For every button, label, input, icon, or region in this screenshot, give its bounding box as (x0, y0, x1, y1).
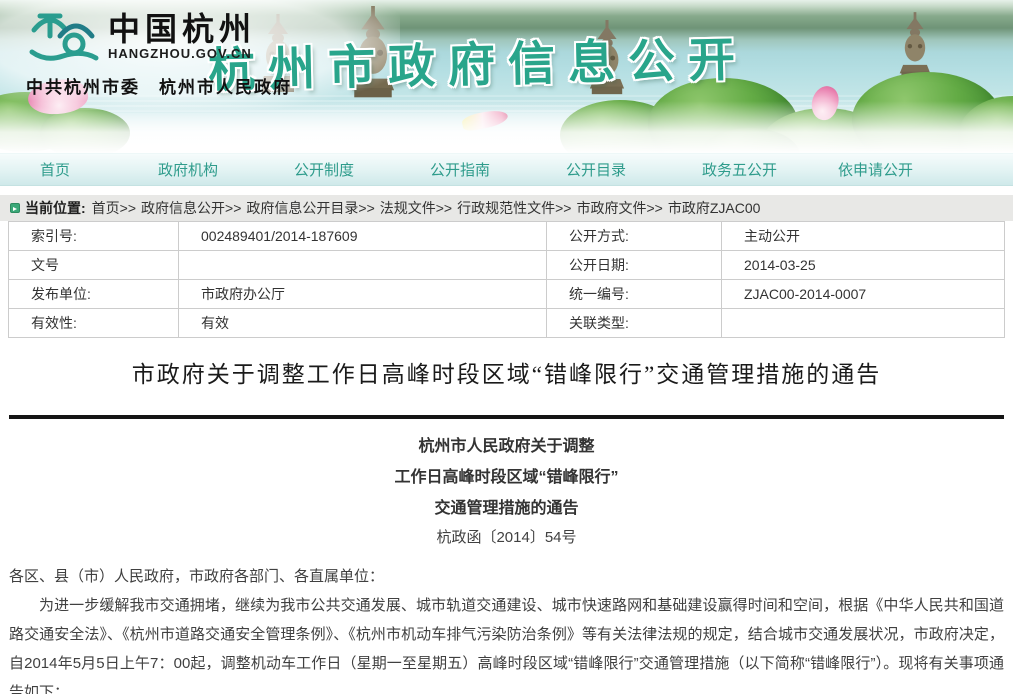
meta-value-validity: 有效 (179, 309, 547, 338)
logo-organizations: 中共杭州市委 杭州市人民政府 (26, 73, 356, 98)
site-banner: 中国杭州 HANGZHOU.GOV.CN 中共杭州市委 杭州市人民政府 杭州市政… (0, 0, 1013, 153)
meta-label-disclosure-method: 公开方式: (547, 222, 722, 251)
title-divider (9, 415, 1004, 419)
table-row: 索引号: 002489401/2014-187609 公开方式: 主动公开 (9, 222, 1005, 251)
meta-value-relation-type (722, 309, 1005, 338)
document-heading: 杭州市人民政府关于调整 工作日高峰时段区域“错峰限行” 交通管理措施的通告 (9, 431, 1004, 524)
breadcrumb-item-legal-docs[interactable]: 法规文件>> (380, 198, 452, 218)
logo-name: 中国杭州 (108, 12, 256, 46)
meta-label-doc-no: 文号 (9, 251, 179, 280)
table-row: 发布单位: 市政府办公厅 统一编号: ZJAC00-2014-0007 (9, 280, 1005, 309)
breadcrumb: 当前位置: 首页>> 政府信息公开>> 政府信息公开目录>> 法规文件>> 行政… (0, 195, 1013, 221)
meta-label-relation-type: 关联类型: (547, 309, 722, 338)
breadcrumb-item-home[interactable]: 首页>> (92, 198, 136, 218)
breadcrumb-item-current: 市政府ZJAC00 (668, 198, 761, 218)
page-title: 市政府关于调整工作日高峰时段区域“错峰限行”交通管理措施的通告 (9, 359, 1004, 391)
nav-item-disclosure-guide[interactable]: 公开指南 (416, 159, 552, 180)
hangzhou-logo-icon (26, 6, 100, 68)
doc-title-line-3: 交通管理措施的通告 (9, 493, 1004, 524)
logo-domain: HANGZHOU.GOV.CN (108, 46, 256, 61)
page: 中国杭州 HANGZHOU.GOV.CN 中共杭州市委 杭州市人民政府 杭州市政… (0, 0, 1013, 694)
breadcrumb-item-gov-docs[interactable]: 市政府文件>> (576, 198, 662, 218)
breadcrumb-item-info-disclosure[interactable]: 政府信息公开>> (141, 198, 241, 218)
breadcrumb-item-catalog[interactable]: 政府信息公开目录>> (246, 198, 374, 218)
site-logo[interactable]: 中国杭州 HANGZHOU.GOV.CN 中共杭州市委 杭州市人民政府 (26, 6, 356, 98)
doc-paragraph: 为进一步缓解我市交通拥堵，继续为我市公共交通发展、城市轨道交通建设、城市快速路网… (9, 591, 1004, 694)
doc-salutation: 各区、县（市）人民政府，市政府各部门、各直属单位： (9, 562, 1004, 591)
meta-value-disclosure-date: 2014-03-25 (722, 251, 1005, 280)
nav-item-home[interactable]: 首页 (26, 159, 144, 180)
article: 市政府关于调整工作日高峰时段区域“错峰限行”交通管理措施的通告 杭州市人民政府关… (0, 359, 1013, 694)
breadcrumb-item-normative-docs[interactable]: 行政规范性文件>> (457, 198, 571, 218)
table-row: 有效性: 有效 关联类型: (9, 309, 1005, 338)
meta-label-issuing-unit: 发布单位: (9, 280, 179, 309)
meta-label-unified-no: 统一编号: (547, 280, 722, 309)
nav-item-five-disclosures[interactable]: 政务五公开 (688, 159, 824, 180)
nav-item-gov-orgs[interactable]: 政府机构 (144, 159, 280, 180)
meta-value-unified-no: ZJAC00-2014-0007 (722, 280, 1005, 309)
meta-value-index-no: 002489401/2014-187609 (179, 222, 547, 251)
breadcrumb-arrow-icon (10, 203, 20, 213)
meta-label-disclosure-date: 公开日期: (547, 251, 722, 280)
doc-title-line-1: 杭州市人民政府关于调整 (9, 431, 1004, 462)
doc-number: 杭政函〔2014〕54号 (9, 525, 1004, 550)
doc-title-line-2: 工作日高峰时段区域“错峰限行” (9, 462, 1004, 493)
main-nav: 首页 政府机构 公开制度 公开指南 公开目录 政务五公开 依申请公开 (0, 153, 1013, 186)
nav-item-disclosure-catalog[interactable]: 公开目录 (552, 159, 688, 180)
breadcrumb-label: 当前位置: (25, 198, 86, 218)
nav-item-disclosure-system[interactable]: 公开制度 (280, 159, 416, 180)
meta-value-issuing-unit: 市政府办公厅 (179, 280, 547, 309)
meta-label-index-no: 索引号: (9, 222, 179, 251)
meta-label-validity: 有效性: (9, 309, 179, 338)
table-row: 文号 公开日期: 2014-03-25 (9, 251, 1005, 280)
meta-value-doc-no (179, 251, 547, 280)
nav-item-disclosure-on-request[interactable]: 依申请公开 (824, 159, 960, 180)
meta-value-disclosure-method: 主动公开 (722, 222, 1005, 251)
spacer (0, 186, 1013, 195)
document-meta-table: 索引号: 002489401/2014-187609 公开方式: 主动公开 文号… (8, 221, 1005, 338)
